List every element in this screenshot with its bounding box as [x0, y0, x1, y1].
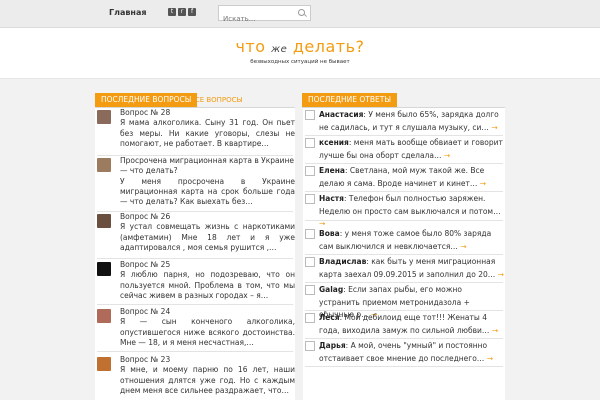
answer-author[interactable]: ксения: [319, 138, 349, 147]
arrow-right-icon[interactable]: →: [460, 242, 466, 251]
question-title[interactable]: Вопрос № 25: [120, 260, 295, 270]
divider: [305, 163, 503, 164]
arrow-right-icon[interactable]: →: [492, 326, 498, 335]
divider: [305, 135, 503, 136]
site-header: что же делать? безвыходных ситуаций не б…: [0, 28, 600, 79]
twitter-icon[interactable]: t: [168, 8, 176, 16]
question-title[interactable]: Просрочена миграционная карта в Украине …: [120, 156, 295, 177]
answers-widget-title: ПОСЛЕДНИЕ ОТВЕТЫ: [302, 93, 397, 107]
comment-icon: [305, 110, 315, 120]
social-links: t r f: [168, 8, 196, 16]
search-icon[interactable]: [298, 9, 305, 16]
question-item[interactable]: Вопрос № 23 Я мне, и моему парню по 16 л…: [97, 355, 295, 400]
question-item[interactable]: Вопрос № 24 Я — сын конченого алкоголика…: [97, 307, 295, 357]
answer-text: : Телефон был полностью заряжен. Неделю …: [319, 194, 501, 216]
answers-list: Анастасия: У меня было 65%, зарядка долг…: [303, 108, 505, 400]
avatar: [97, 110, 111, 124]
divider: [305, 254, 503, 255]
answer-author[interactable]: Galag: [319, 285, 343, 294]
questions-widget-title: ПОСЛЕДНИЕ ВОПРОСЫ: [95, 93, 198, 107]
divider: [305, 310, 503, 311]
answer-author[interactable]: Леся: [319, 313, 340, 322]
comment-icon: [305, 138, 315, 148]
divider: [97, 351, 293, 352]
avatar: [97, 158, 111, 172]
answer-item[interactable]: Елена: Светлана, мой муж такой же. Все д…: [305, 165, 505, 191]
question-title[interactable]: Вопрос № 28: [120, 108, 295, 118]
arrow-right-icon[interactable]: →: [498, 270, 504, 279]
question-excerpt: Я мне, и моему парню по 16 лет, наши отн…: [120, 365, 295, 395]
answer-item[interactable]: Леся: Мой дебилоид еще тот!!! Женаты 4 г…: [305, 312, 505, 338]
question-excerpt: Я мама алкоголика. Сыну 31 год. Он пьет …: [120, 118, 295, 148]
arrow-right-icon[interactable]: →: [487, 354, 493, 363]
arrow-right-icon[interactable]: →: [491, 123, 497, 132]
divider: [305, 338, 503, 339]
logo-word-3: делать?: [292, 37, 365, 56]
answer-item[interactable]: Вова: у меня тоже самое было 80% заряда …: [305, 228, 505, 254]
site-logo[interactable]: что же делать?: [0, 37, 600, 56]
avatar: [97, 214, 111, 228]
answer-author[interactable]: Елена: [319, 166, 345, 175]
question-excerpt: Я устал совмещать жизнь с наркотиками (а…: [120, 222, 295, 252]
all-questions-link[interactable]: ВСЕ ВОПРОСЫ: [190, 96, 243, 104]
avatar: [97, 262, 111, 276]
answer-author[interactable]: Вова: [319, 229, 340, 238]
comment-icon: [305, 313, 315, 323]
answer-author[interactable]: Владислав: [319, 257, 366, 266]
question-item[interactable]: Вопрос № 28 Я мама алкоголика. Сыну 31 г…: [97, 108, 295, 158]
divider: [305, 282, 503, 283]
avatar: [97, 357, 111, 371]
search-input[interactable]: [219, 12, 293, 26]
question-title[interactable]: Вопрос № 26: [120, 212, 295, 222]
answer-item[interactable]: Дарья: А мой, очень "умный" и постоянно …: [305, 340, 505, 366]
question-excerpt: У меня просрочена в Украине миграционная…: [120, 176, 295, 207]
comment-icon: [305, 194, 315, 204]
answer-author[interactable]: Анастасия: [319, 110, 363, 119]
comment-icon: [305, 341, 315, 351]
avatar: [97, 309, 111, 323]
question-item[interactable]: Вопрос № 25 Я люблю парня, но подозреваю…: [97, 260, 295, 310]
question-title[interactable]: Вопрос № 23: [120, 355, 295, 365]
divider: [97, 258, 293, 259]
site-tagline: безвыходных ситуаций не бывает: [250, 59, 350, 65]
nav-home-link[interactable]: Главная: [109, 8, 146, 17]
search-box: [218, 5, 311, 26]
comment-icon: [305, 166, 315, 176]
answer-item[interactable]: Galag: Если запах рыбы, его можно устран…: [305, 284, 505, 319]
facebook-icon[interactable]: f: [188, 8, 196, 16]
questions-list: Вопрос № 28 Я мама алкоголика. Сыну 31 г…: [95, 108, 295, 400]
answer-author[interactable]: Настя: [319, 194, 344, 203]
divider: [305, 220, 503, 221]
question-title[interactable]: Вопрос № 24: [120, 307, 295, 317]
comment-icon: [305, 257, 315, 267]
arrow-right-icon[interactable]: →: [444, 151, 450, 160]
question-item[interactable]: Просрочена миграционная карта в Украине …: [97, 156, 295, 212]
divider: [97, 304, 293, 305]
rss-icon[interactable]: r: [178, 8, 186, 16]
comment-icon: [305, 229, 315, 239]
divider: [305, 191, 503, 192]
answer-item[interactable]: Владислав: как быть у меня миграционная …: [305, 256, 505, 282]
answer-item[interactable]: Настя: Телефон был полностью заряжен. Не…: [305, 193, 505, 228]
top-bar: Главная t r f: [0, 0, 600, 28]
divider: [305, 366, 503, 367]
logo-word-2: же: [271, 44, 288, 55]
answer-item[interactable]: Анастасия: У меня было 65%, зарядка долг…: [305, 109, 505, 135]
question-excerpt: Я люблю парня, но подозреваю, что он пол…: [120, 270, 295, 300]
arrow-right-icon[interactable]: →: [480, 179, 486, 188]
logo-word-1: что: [235, 37, 266, 56]
question-item[interactable]: Вопрос № 26 Я устал совмещать жизнь с на…: [97, 212, 295, 262]
comment-icon: [305, 285, 315, 295]
answer-text: : Мой дебилоид еще тот!!! Женаты 4 года,…: [319, 313, 490, 335]
answer-item[interactable]: ксения: меня мать вообще обвиает и говор…: [305, 137, 505, 163]
answer-author[interactable]: Дарья: [319, 341, 346, 350]
question-excerpt: Я — сын конченого алкоголика, опустившег…: [120, 317, 295, 347]
